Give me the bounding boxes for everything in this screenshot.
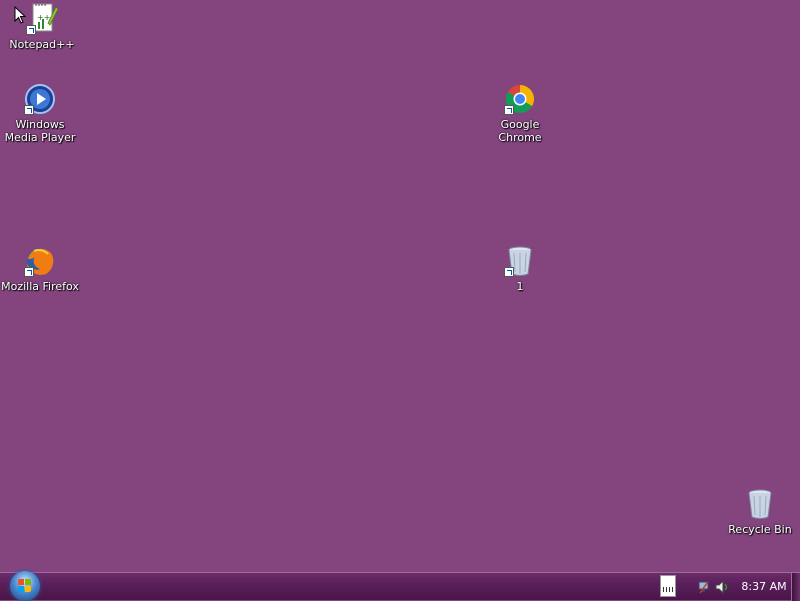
desktop-icon-recycle-bin[interactable]: Recycle Bin <box>718 488 800 536</box>
shortcut-arrow-icon <box>504 105 514 115</box>
firefox-icon <box>24 245 56 277</box>
desktop-icon-windows-media-player[interactable]: Windows Media Player <box>0 83 82 144</box>
desktop-icon-notepad-plus-plus[interactable]: ++ Notepad++ <box>0 3 84 51</box>
desktop-icon-1[interactable]: 1 <box>478 245 562 293</box>
notepad-plus-plus-icon: ++ <box>26 3 59 35</box>
shortcut-arrow-icon <box>26 25 36 35</box>
chrome-icon <box>504 83 536 115</box>
desktop-icon-label: Google Chrome <box>498 118 542 144</box>
windows-flag-icon <box>18 579 32 593</box>
desktop-icon-google-chrome[interactable]: Google Chrome <box>478 83 562 144</box>
volume-icon[interactable] <box>715 579 728 595</box>
show-desktop-button[interactable] <box>791 573 800 601</box>
recycle-bin-icon <box>744 488 776 520</box>
desktop-icon-label: Recycle Bin <box>728 523 792 536</box>
system-tray <box>698 579 732 595</box>
desktop[interactable]: ++ Notepad++ Windows Media Player Mozill… <box>0 0 800 572</box>
mouse-cursor-icon <box>14 6 26 24</box>
network-icon[interactable] <box>698 581 709 594</box>
taskbar: 8:37 AM <box>0 571 800 601</box>
desktop-icon-label: 1 <box>516 280 524 293</box>
desktop-icon-label: Windows Media Player <box>4 118 76 144</box>
desktop-icon-label: Mozilla Firefox <box>1 280 79 293</box>
keyboard-icon[interactable] <box>660 575 676 597</box>
shortcut-arrow-icon <box>504 267 514 277</box>
taskbar-clock[interactable]: 8:37 AM <box>738 580 790 593</box>
desktop-icon-mozilla-firefox[interactable]: Mozilla Firefox <box>0 245 82 293</box>
shortcut-arrow-icon <box>24 267 34 277</box>
desktop-icon-label: Notepad++ <box>9 38 75 51</box>
shortcut-arrow-icon <box>24 105 34 115</box>
start-button[interactable] <box>10 571 40 601</box>
windows-media-player-icon <box>24 83 56 115</box>
recycle-bin-icon <box>504 245 536 277</box>
